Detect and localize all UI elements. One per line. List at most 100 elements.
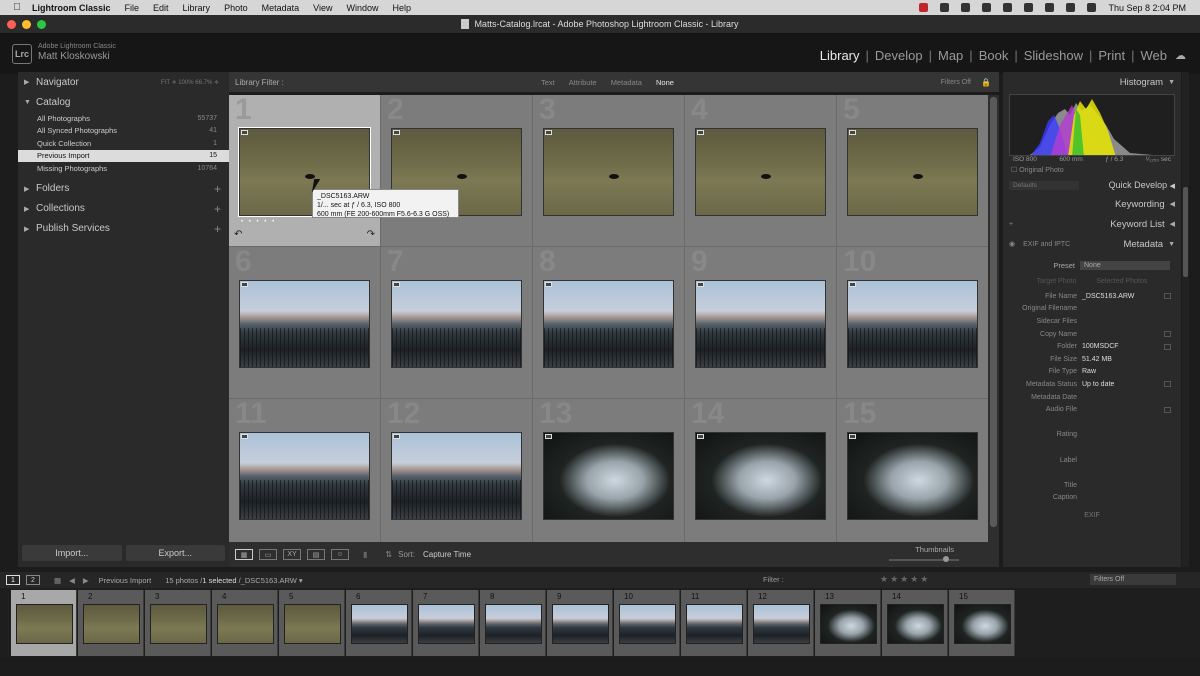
metadata-badge-icon[interactable] bbox=[545, 282, 552, 287]
photo-thumbnail[interactable] bbox=[847, 128, 978, 216]
module-library[interactable]: Library bbox=[820, 48, 860, 63]
filmstrip-image[interactable] bbox=[418, 604, 475, 644]
filmstrip-image[interactable] bbox=[820, 604, 877, 644]
cloud-sync-icon[interactable]: ☁ bbox=[1175, 49, 1186, 62]
grid-cell[interactable]: 7 bbox=[381, 245, 533, 399]
filmstrip-thumb[interactable]: 4 bbox=[212, 590, 278, 656]
metadata-badge-icon[interactable] bbox=[241, 130, 248, 135]
metadata-badge-icon[interactable] bbox=[545, 130, 552, 135]
catalog-item-all-photographs[interactable]: All Photographs 55737 bbox=[18, 112, 229, 125]
filmstrip-source[interactable]: Previous Import bbox=[99, 576, 152, 585]
photo-thumbnail[interactable] bbox=[543, 128, 674, 216]
module-slideshow[interactable]: Slideshow bbox=[1024, 48, 1083, 63]
grid-view-icon[interactable]: ▦ bbox=[235, 549, 253, 560]
module-book[interactable]: Book bbox=[979, 48, 1009, 63]
close-window-button[interactable] bbox=[7, 20, 16, 29]
photo-thumbnail[interactable] bbox=[391, 432, 522, 520]
grid-cell[interactable]: 10 bbox=[837, 245, 989, 399]
module-print[interactable]: Print bbox=[1098, 48, 1125, 63]
export-button[interactable]: Export... bbox=[125, 545, 225, 561]
grid-cell[interactable]: 11 bbox=[229, 397, 381, 551]
metadata-field-value[interactable]: _DSC5163.ARW bbox=[1082, 293, 1134, 300]
forward-arrow-icon[interactable]: ▶ bbox=[83, 576, 89, 585]
filter-none[interactable]: None bbox=[656, 78, 674, 87]
loupe-view-icon[interactable]: ▭ bbox=[259, 549, 277, 560]
filmstrip-thumb[interactable]: 11 bbox=[681, 590, 747, 656]
filmstrip-thumb[interactable]: 3 bbox=[145, 590, 211, 656]
menu-edit[interactable]: Edit bbox=[153, 3, 169, 13]
apple-menu-icon[interactable]:  bbox=[10, 2, 24, 13]
filmstrip-thumb[interactable]: 13 bbox=[815, 590, 881, 656]
filmstrip-thumb[interactable]: 9 bbox=[547, 590, 613, 656]
metadata-field-value[interactable]: 100MSDCF bbox=[1082, 343, 1119, 350]
metadata-badge-icon[interactable] bbox=[241, 282, 248, 287]
metadata-action-icon[interactable] bbox=[1164, 381, 1171, 388]
filmstrip-image[interactable] bbox=[552, 604, 609, 644]
menu-file[interactable]: File bbox=[125, 3, 140, 13]
survey-view-icon[interactable]: ▤ bbox=[307, 549, 325, 560]
rotate-left-icon[interactable]: ↶ bbox=[234, 229, 242, 240]
menubar-clock[interactable]: Thu Sep 8 2:04 PM bbox=[1108, 3, 1186, 13]
primary-window-button[interactable]: 1 bbox=[6, 575, 20, 585]
grid-cell[interactable]: 13 bbox=[533, 397, 685, 551]
catalog-header[interactable]: ▼ Catalog bbox=[18, 92, 229, 112]
metadata-badge-icon[interactable] bbox=[697, 130, 704, 135]
grid-cell[interactable]: 6 bbox=[229, 245, 381, 399]
menu-metadata[interactable]: Metadata bbox=[262, 3, 300, 13]
filters-off-dropdown[interactable]: Filters Off bbox=[941, 79, 971, 86]
filmstrip-image[interactable] bbox=[351, 604, 408, 644]
preset-dropdown[interactable]: None bbox=[1080, 260, 1170, 270]
photo-thumbnail[interactable] bbox=[847, 280, 978, 368]
back-arrow-icon[interactable]: ◀ bbox=[69, 576, 75, 585]
filmstrip-image[interactable] bbox=[16, 604, 73, 644]
add-publish-service-icon[interactable]: + bbox=[214, 222, 221, 236]
selected-photos-button[interactable]: Selected Photos bbox=[1096, 278, 1147, 285]
rating-dots-icon[interactable]: • • • • • bbox=[241, 219, 276, 225]
fullscreen-window-button[interactable] bbox=[37, 20, 46, 29]
grid-cell[interactable]: 1 • • • • • ↶ ↷ bbox=[229, 93, 381, 247]
grid-cell[interactable]: 12 bbox=[381, 397, 533, 551]
wifi-icon[interactable] bbox=[1045, 3, 1055, 12]
battery-icon[interactable] bbox=[1024, 3, 1034, 12]
metadata-badge-icon[interactable] bbox=[393, 434, 400, 439]
creative-cloud-icon[interactable] bbox=[961, 3, 971, 12]
metadata-action-icon[interactable] bbox=[1164, 331, 1171, 338]
grid-cell[interactable]: 15 bbox=[837, 397, 989, 551]
grid-cell[interactable]: 4 bbox=[685, 93, 837, 247]
compare-view-icon[interactable]: XY bbox=[283, 549, 301, 560]
selected-file[interactable]: /_DSC5163.ARW ▾ bbox=[239, 576, 303, 585]
lock-icon[interactable]: 🔒 bbox=[981, 78, 991, 87]
right-panel-scrollbar-thumb[interactable] bbox=[1183, 187, 1188, 277]
filmstrip-image[interactable] bbox=[83, 604, 140, 644]
import-button[interactable]: Import... bbox=[22, 545, 122, 561]
thumbnail-size-slider-knob[interactable] bbox=[943, 556, 949, 562]
menu-app[interactable]: Lightroom Classic bbox=[32, 3, 111, 13]
filmstrip-thumb[interactable]: 8 bbox=[480, 590, 546, 656]
photo-thumbnail[interactable] bbox=[543, 280, 674, 368]
filmstrip-image[interactable] bbox=[619, 604, 676, 644]
control-center-icon[interactable] bbox=[1087, 3, 1097, 12]
metadata-badge-icon[interactable] bbox=[849, 434, 856, 439]
sort-dropdown[interactable]: Capture Time bbox=[423, 550, 471, 559]
metadata-badge-icon[interactable] bbox=[849, 130, 856, 135]
grid-cell[interactable]: 2 bbox=[381, 93, 533, 247]
metadata-badge-icon[interactable] bbox=[849, 282, 856, 287]
metadata-header[interactable]: ◉ EXIF and IPTC Metadata ▼ bbox=[1003, 234, 1181, 254]
menu-help[interactable]: Help bbox=[393, 3, 412, 13]
add-collection-icon[interactable]: + bbox=[214, 202, 221, 216]
filmstrip-thumb[interactable]: 15 bbox=[949, 590, 1015, 656]
filmstrip-thumb[interactable]: 2 bbox=[78, 590, 144, 656]
folders-header[interactable]: ▶ Folders + bbox=[18, 179, 229, 199]
spray-can-icon[interactable]: ▮ bbox=[363, 550, 367, 559]
grid-cell[interactable]: 5 bbox=[837, 93, 989, 247]
display-icon[interactable] bbox=[940, 3, 950, 12]
filmstrip-filters-off-dropdown[interactable]: Filters Off bbox=[1090, 574, 1176, 585]
photo-thumbnail[interactable] bbox=[847, 432, 978, 520]
rotate-right-icon[interactable]: ↷ bbox=[367, 229, 375, 240]
quick-develop-preset[interactable]: Defaults bbox=[1009, 180, 1079, 190]
menu-photo[interactable]: Photo bbox=[224, 3, 248, 13]
metadata-set-dropdown[interactable]: ◉ EXIF and IPTC bbox=[1009, 240, 1070, 248]
module-web[interactable]: Web bbox=[1141, 48, 1168, 63]
metadata-field-value[interactable]: Up to date bbox=[1082, 381, 1114, 388]
add-folder-icon[interactable]: + bbox=[214, 182, 221, 196]
